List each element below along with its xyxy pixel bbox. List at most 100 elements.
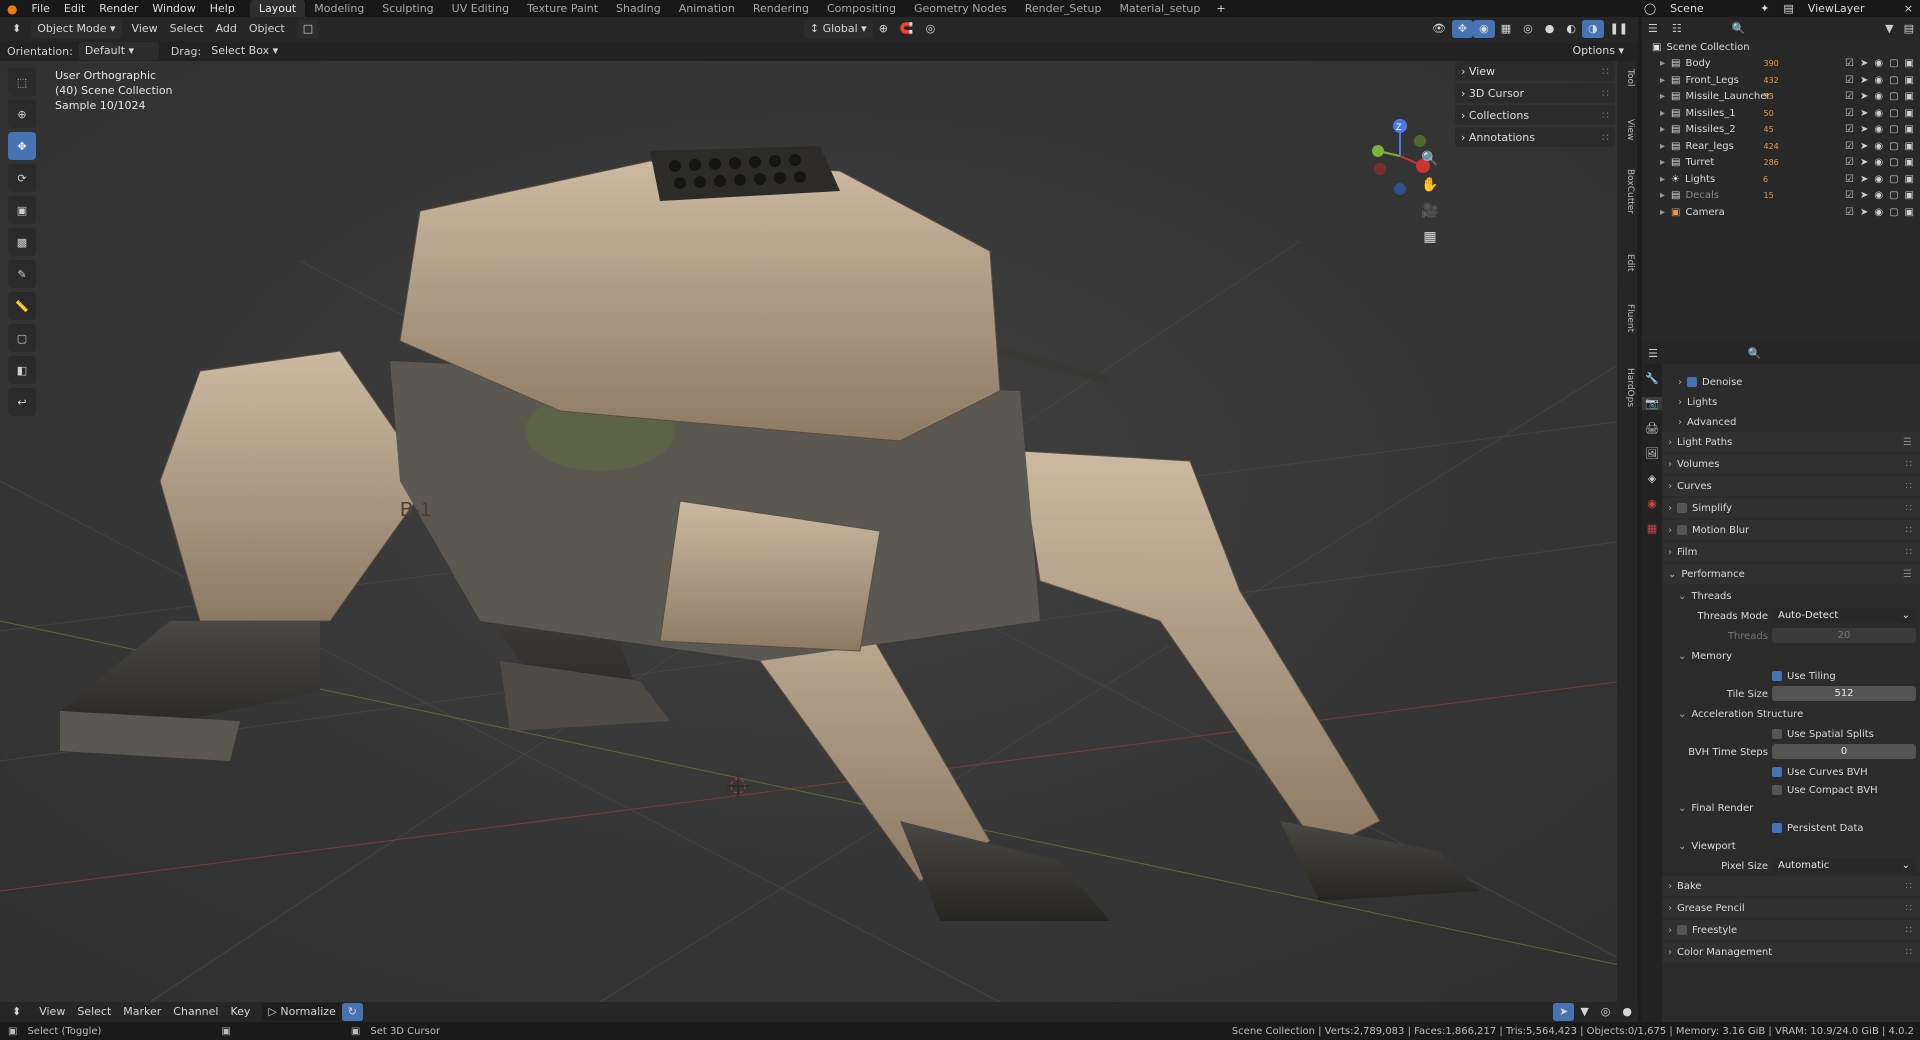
panel-memory[interactable]: ⌄ Memory — [1662, 646, 1920, 666]
panel-volumes[interactable]: › Volumes ∷ — [1662, 454, 1920, 474]
viewport-disable-icon[interactable]: ▢ — [1889, 190, 1898, 201]
outliner-row[interactable]: ▸ ▤ Turret 286 ☑ ➤ ◉ ▢ ▣ — [1642, 155, 1920, 172]
render-camera-icon[interactable]: ▣ — [1905, 91, 1914, 102]
render-camera-icon[interactable]: ▣ — [1905, 124, 1914, 135]
shading-solid-icon[interactable]: ● — [1539, 20, 1561, 38]
properties-search-icon[interactable]: 🔍 — [1748, 347, 1762, 360]
workspace-tab-render-setup[interactable]: Render_Setup — [1016, 0, 1111, 17]
menu-render[interactable]: Render — [92, 2, 145, 15]
exclude-checkbox[interactable]: ☑ — [1845, 75, 1854, 86]
menu-help[interactable]: Help — [203, 2, 242, 15]
outliner-row[interactable]: ▸ ▤ Rear_legs 424 ☑ ➤ ◉ ▢ ▣ — [1642, 138, 1920, 155]
viewport-disable-icon[interactable]: ▢ — [1889, 207, 1898, 218]
pause-render-icon[interactable]: ❚❚ — [1604, 20, 1634, 38]
exclude-checkbox[interactable]: ☑ — [1845, 141, 1854, 152]
pin-icon[interactable]: ✦ — [1753, 2, 1776, 15]
perspective-toggle-icon[interactable]: ▦ — [1420, 229, 1440, 249]
npanel-view[interactable]: › View ∷ — [1455, 61, 1615, 81]
outliner-row[interactable]: ▸ ▤ Missiles_2 45 ☑ ➤ ◉ ▢ ▣ — [1642, 122, 1920, 139]
checkbox-use-tiling[interactable] — [1772, 671, 1782, 681]
drag-handle-icon[interactable]: ∷ — [1602, 109, 1609, 122]
exclude-checkbox[interactable]: ☑ — [1845, 207, 1854, 218]
annotate-icon[interactable]: ✎ — [8, 260, 36, 288]
npanel-collections[interactable]: › Collections ∷ — [1455, 105, 1615, 125]
exclude-checkbox[interactable]: ☑ — [1845, 58, 1854, 69]
measure-icon[interactable]: 📏 — [8, 292, 36, 320]
timeline-menu-marker[interactable]: Marker — [117, 1003, 167, 1021]
scene-name[interactable]: Scene — [1663, 2, 1753, 15]
panel-motion-blur[interactable]: › Motion Blur ∷ — [1662, 520, 1920, 540]
panel-threads[interactable]: ⌄ Threads — [1662, 586, 1920, 606]
checkbox-motion-blur[interactable] — [1677, 525, 1687, 535]
panel-simplify[interactable]: › Simplify ∷ — [1662, 498, 1920, 518]
exclude-checkbox[interactable]: ☑ — [1845, 190, 1854, 201]
viewport-disable-icon[interactable]: ▢ — [1889, 174, 1898, 185]
panel-light-paths[interactable]: › Light Paths ☰ — [1662, 432, 1920, 452]
expand-arrow-icon[interactable]: ▸ — [1660, 124, 1665, 135]
drag-handle-icon[interactable]: ∷ — [1906, 459, 1912, 470]
eye-icon[interactable]: ◉ — [1874, 207, 1883, 218]
preset-list-icon[interactable]: ☰ — [1903, 437, 1912, 448]
expand-arrow-icon[interactable]: ▸ — [1660, 207, 1665, 218]
drag-handle-icon[interactable]: ∷ — [1906, 547, 1912, 558]
overlay-icon[interactable]: ◉ — [1473, 20, 1495, 38]
side-tab-tool[interactable]: Tool — [1619, 69, 1635, 86]
selectable-icon[interactable]: ➤ — [1860, 190, 1868, 201]
zoom-icon[interactable]: 🔍 — [1420, 151, 1440, 171]
selectable-icon[interactable]: ➤ — [1860, 108, 1868, 119]
checkbox-persistent-data[interactable] — [1772, 823, 1782, 833]
expand-arrow-icon[interactable]: ▸ — [1660, 141, 1665, 152]
fluent-icon[interactable]: ↩ — [8, 388, 36, 416]
select-mode-timeline-icon[interactable]: ➤ — [1553, 1003, 1575, 1021]
selectable-icon[interactable]: ➤ — [1860, 174, 1868, 185]
view-layer-tab-icon[interactable]: 🖼 — [1642, 447, 1662, 460]
number-field-tile-size[interactable]: 512 — [1772, 686, 1916, 701]
expand-arrow-icon[interactable]: ▸ — [1660, 75, 1665, 86]
drag-handle-icon[interactable]: ∷ — [1906, 925, 1912, 936]
checkbox-use-curves-bvh[interactable] — [1772, 767, 1782, 777]
render-camera-icon[interactable]: ▣ — [1905, 108, 1914, 119]
box-cutter-icon[interactable]: ◧ — [8, 356, 36, 384]
drag-handle-icon[interactable]: ∷ — [1906, 503, 1912, 514]
dropdown-pixel-size[interactable]: Automatic ⌄ — [1772, 858, 1916, 873]
viewport-disable-icon[interactable]: ▢ — [1889, 75, 1898, 86]
checkbox-row-use-curves-bvh[interactable]: Use Curves BVH — [1662, 762, 1920, 782]
selectable-icon[interactable]: ➤ — [1860, 91, 1868, 102]
npanel-annotations[interactable]: › Annotations ∷ — [1455, 127, 1615, 147]
panel-performance[interactable]: ⌄ Performance ☰ — [1662, 564, 1920, 584]
output-tab-icon[interactable]: 🖨 — [1642, 422, 1662, 435]
proportional-edit-icon[interactable]: ◎ — [920, 20, 942, 38]
transform-icon[interactable]: ▩ — [8, 228, 36, 256]
eye-icon[interactable]: ◉ — [1874, 91, 1883, 102]
mode-selector[interactable]: Object Mode ▾ — [31, 20, 122, 38]
drag-handle-icon[interactable]: ∷ — [1602, 65, 1609, 78]
exclude-checkbox[interactable]: ☑ — [1845, 157, 1854, 168]
menu-edit[interactable]: Edit — [57, 2, 92, 15]
move-icon[interactable]: ✥ — [8, 132, 36, 160]
checkbox-freestyle[interactable] — [1677, 925, 1687, 935]
eye-icon[interactable]: ◉ — [1874, 124, 1883, 135]
outliner-type-icon[interactable]: ☰ — [1648, 22, 1658, 35]
menu-window[interactable]: Window — [145, 2, 202, 15]
selectable-icon[interactable]: ➤ — [1860, 141, 1868, 152]
workspace-tab-uv-editing[interactable]: UV Editing — [443, 0, 518, 17]
panel-acceleration-structure[interactable]: ⌄ Acceleration Structure — [1662, 704, 1920, 724]
viewport-disable-icon[interactable]: ▢ — [1889, 124, 1898, 135]
filter-timeline-icon[interactable]: ▼ — [1574, 1003, 1594, 1021]
eye-icon[interactable]: ◉ — [1874, 174, 1883, 185]
pan-hand-icon[interactable]: ✋ — [1420, 177, 1440, 197]
scene-tab-icon[interactable]: ◈ — [1642, 472, 1662, 485]
visibility-icon[interactable]: 👁 — [1426, 20, 1452, 38]
drag-handle-icon[interactable]: ∷ — [1906, 947, 1912, 958]
eye-icon[interactable]: ◉ — [1874, 141, 1883, 152]
timeline-menu-view[interactable]: View — [33, 1003, 71, 1021]
drag-handle-icon[interactable]: ∷ — [1906, 903, 1912, 914]
panel-viewport[interactable]: ⌄ Viewport — [1662, 836, 1920, 856]
drag-handle-icon[interactable]: ∷ — [1906, 481, 1912, 492]
eye-icon[interactable]: ◉ — [1874, 190, 1883, 201]
header-menu-object[interactable]: Object — [243, 20, 291, 38]
outliner-row[interactable]: ▸ ☀ Lights 6 ☑ ➤ ◉ ▢ ▣ — [1642, 171, 1920, 188]
checkbox-simplify[interactable] — [1677, 503, 1687, 513]
expand-arrow-icon[interactable]: ▸ — [1660, 58, 1665, 69]
panel-curves[interactable]: › Curves ∷ — [1662, 476, 1920, 496]
